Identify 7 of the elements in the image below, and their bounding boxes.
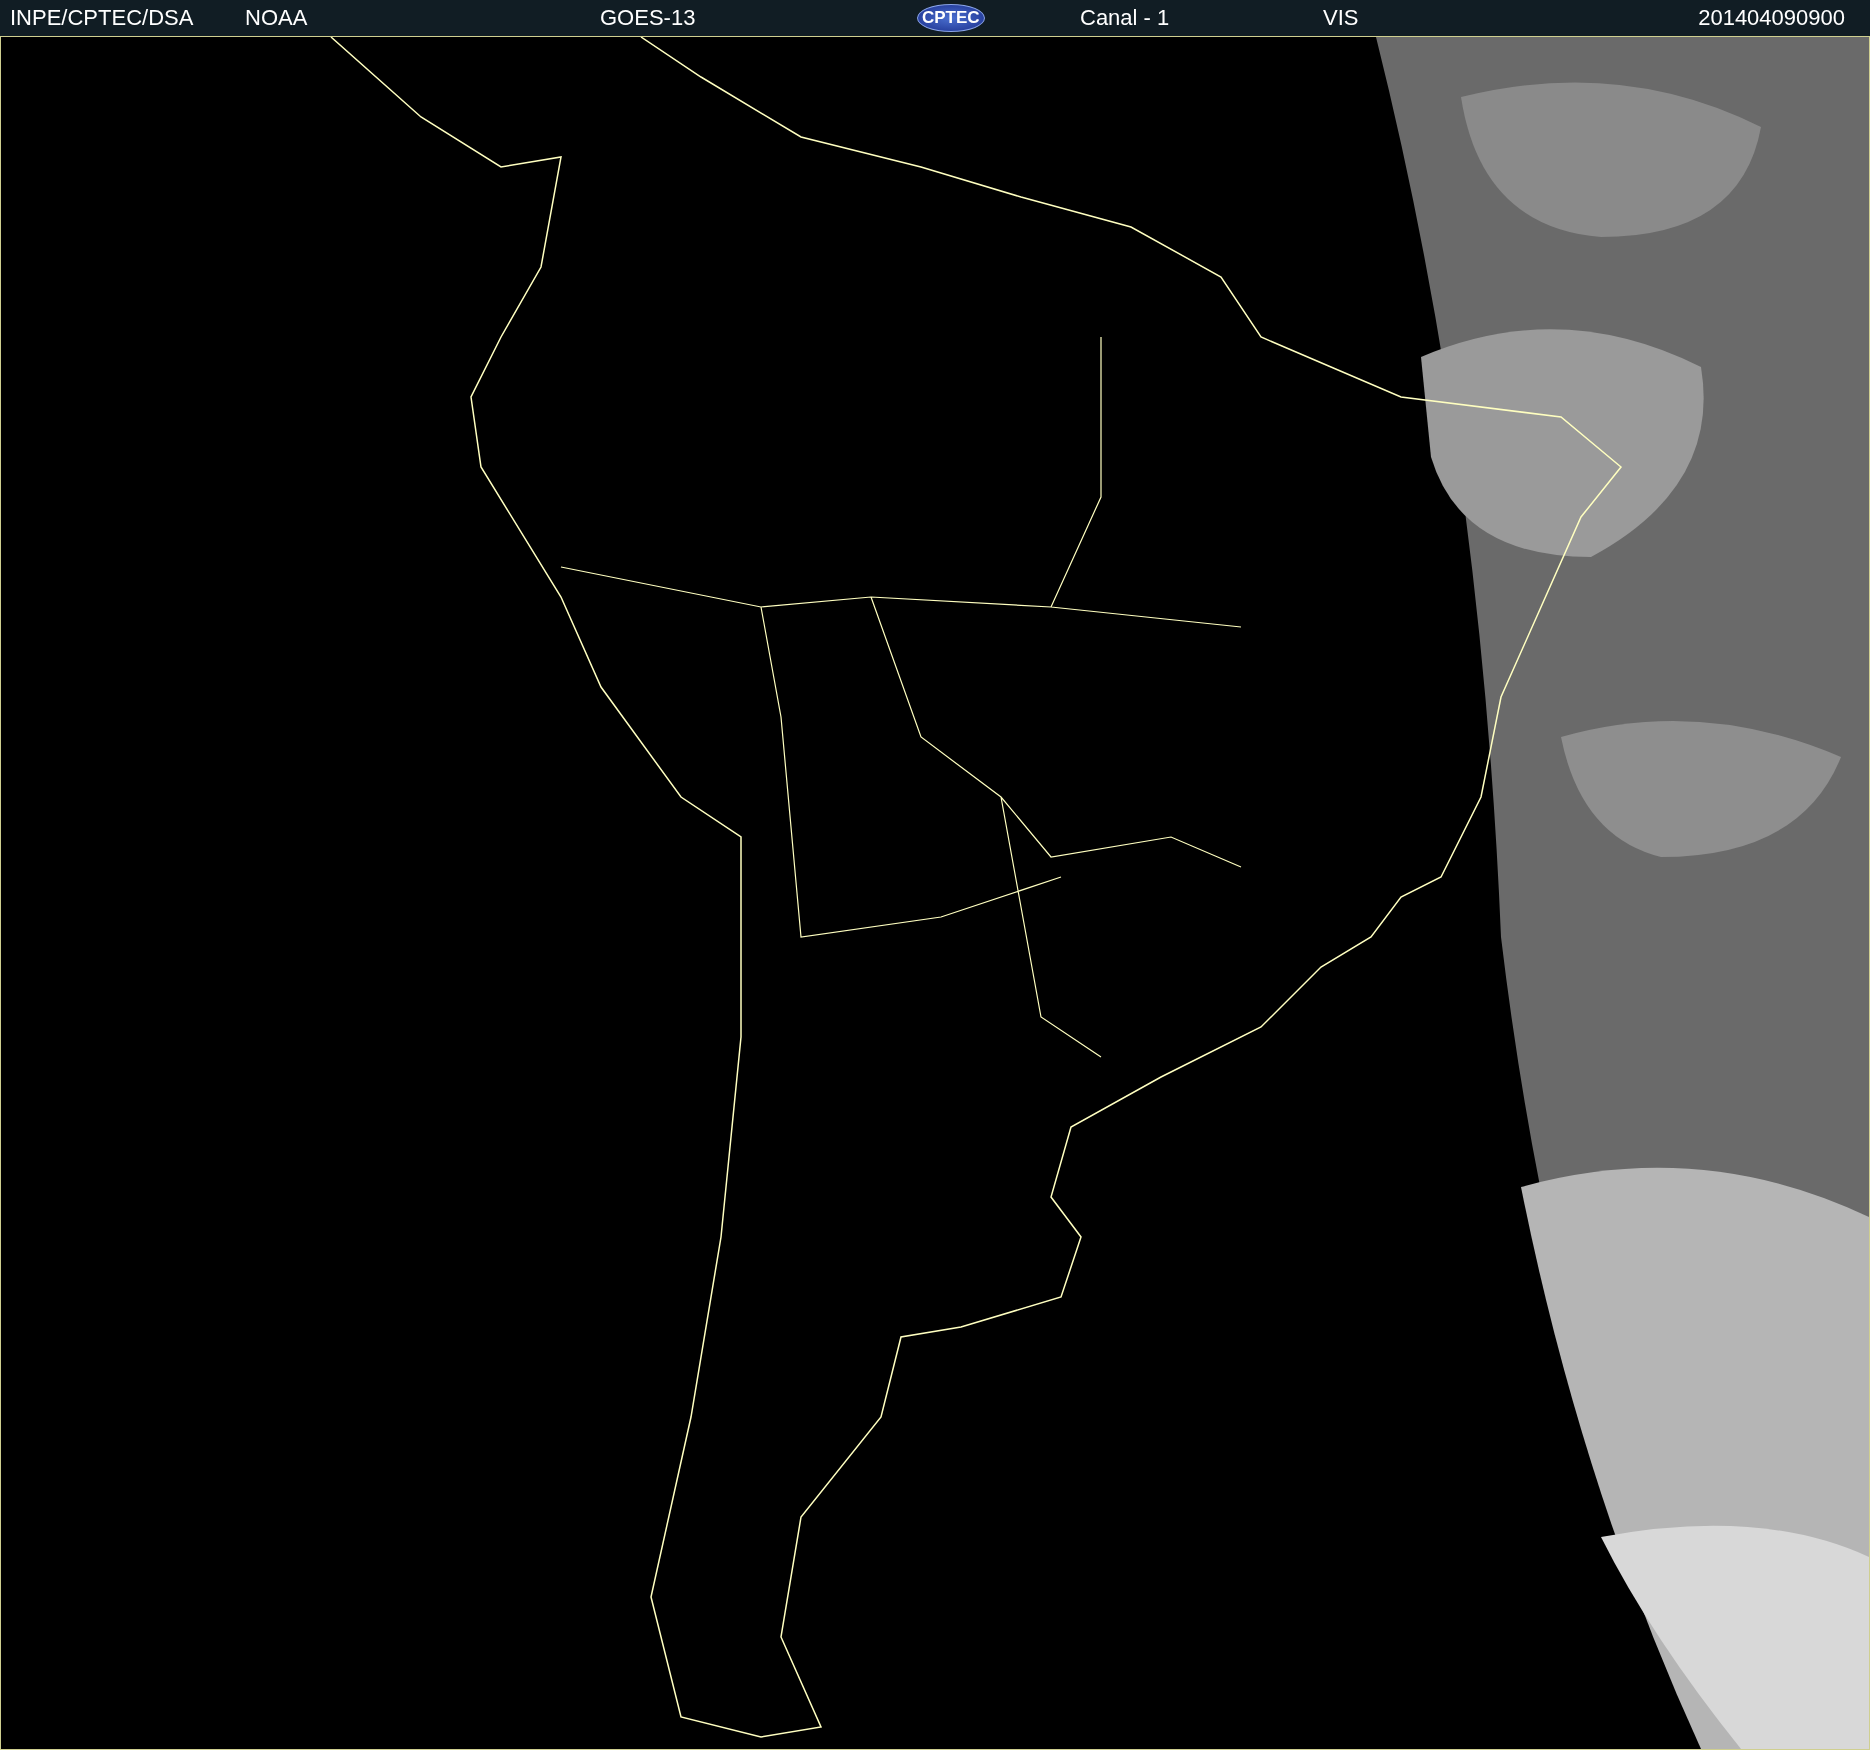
header-label: INPE/CPTEC/DSA <box>10 5 194 31</box>
header-label: NOAA <box>245 5 308 31</box>
header-label: GOES-13 <box>600 5 696 31</box>
header-label: Canal - 1 <box>1080 5 1170 31</box>
header-label: 201404090900 <box>1698 5 1845 31</box>
logo: CPTEC <box>917 4 985 32</box>
header-label: VIS <box>1323 5 1359 31</box>
